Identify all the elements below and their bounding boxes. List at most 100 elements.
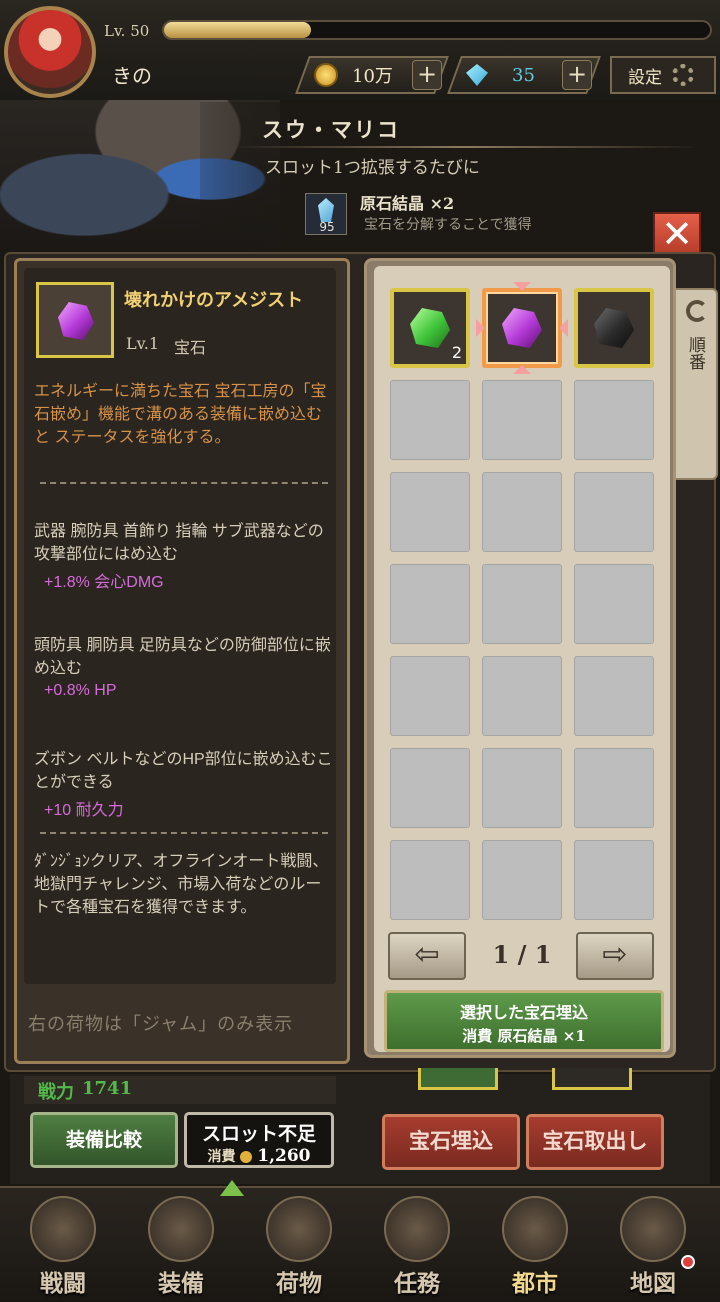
sort-label: 順番 (685, 336, 705, 370)
expand-cost: 消費 1,260 (187, 1146, 331, 1166)
upgrade-arrow-icon (220, 1180, 244, 1196)
empty-slot[interactable] (390, 380, 470, 460)
diamond-icon (466, 64, 488, 86)
exp-bar (162, 20, 712, 40)
nav-label: 装備 (158, 1270, 204, 1297)
gem-count: 2 (451, 343, 462, 362)
reward-name: 原石結晶 ×2 (360, 194, 455, 213)
gem-slot[interactable] (574, 288, 654, 368)
player-level: Lv. 50 (104, 22, 150, 40)
item-level: Lv.1 (126, 334, 160, 353)
empty-slot[interactable] (390, 748, 470, 828)
stat-bonus: +0.8% HP (44, 682, 117, 699)
gold-coin-icon (240, 1151, 253, 1163)
gem-amount: 35 (512, 64, 535, 86)
gem-slot[interactable]: 2 (390, 288, 470, 368)
amethyst-icon (58, 302, 94, 340)
nav-label: 荷物 (276, 1270, 322, 1297)
next-page-button[interactable]: ⇨ (576, 932, 654, 980)
embed-cost: 消費 原石結晶 ×1 (462, 1027, 586, 1045)
nav-item-crossed-swords[interactable]: 戦闘 (8, 1190, 118, 1300)
player-name: きの (112, 64, 152, 88)
settings-label: 設定 (628, 67, 662, 88)
nav-label: 都市 (512, 1270, 558, 1297)
acquisition-source: ﾀﾞﾝｼﾞｮﾝクリア、オフラインオート戦闘、地獄門チャレンジ、市場入荷などのルー… (34, 853, 329, 916)
gold-amount: 10万 (352, 66, 393, 87)
empty-slot[interactable] (482, 564, 562, 644)
crystal-icon (318, 198, 334, 222)
filter-note: 右の荷物は「ジャム」のみ表示 (28, 1014, 294, 1035)
refresh-icon (686, 300, 708, 322)
castle-tower-icon (502, 1196, 568, 1262)
empty-slot[interactable] (482, 472, 562, 552)
selection-arrow-icon (513, 356, 531, 374)
nav-label: 戦闘 (40, 1270, 86, 1297)
slot-description: 武器 腕防具 首飾り 指輪 サブ武器などの攻撃部位にはめ込む (34, 523, 324, 563)
hint-text: スロット1つ拡張するたびに (265, 158, 480, 178)
arrow-left-icon: ⇦ (414, 937, 440, 972)
stat-bonus: +1.8% 会心DMG (44, 574, 164, 591)
nav-item-castle-tower[interactable]: 都市 (480, 1190, 590, 1300)
empty-slot[interactable] (574, 656, 654, 736)
empty-slot[interactable] (482, 840, 562, 920)
equipment-slot (418, 1068, 498, 1090)
expand-slot-button[interactable]: スロット不足 消費 1,260 (184, 1112, 334, 1168)
item-name: 壊れかけのアメジスト (124, 290, 304, 311)
compare-equipment-button[interactable]: 装備比較 (30, 1112, 178, 1168)
empty-slot[interactable] (574, 472, 654, 552)
crossed-swords-icon (30, 1196, 96, 1262)
cost-amount: 1,260 (257, 1146, 311, 1166)
nav-item-scroll[interactable]: 任務 (362, 1190, 472, 1300)
close-icon: ✕ (661, 212, 693, 256)
empty-slot[interactable] (482, 656, 562, 736)
empty-slot[interactable] (574, 840, 654, 920)
backpack-icon (266, 1196, 332, 1262)
empty-slot[interactable] (390, 564, 470, 644)
empty-slot[interactable] (390, 472, 470, 552)
player-avatar[interactable] (4, 6, 96, 98)
cost-prefix: 消費 (207, 1149, 236, 1165)
settings-button[interactable]: 設定 (610, 56, 716, 94)
empty-slot[interactable] (482, 748, 562, 828)
empty-slot[interactable] (574, 380, 654, 460)
equipment-slot (552, 1068, 632, 1090)
item-thumbnail (36, 282, 114, 358)
black-gem-icon (594, 308, 634, 348)
divider (40, 482, 328, 484)
empty-slot[interactable] (390, 656, 470, 736)
power-value: 1741 (82, 1078, 133, 1099)
gear-icon (672, 64, 694, 86)
embed-selected-label: 選択した宝石埋込 (459, 1003, 588, 1022)
embed-gem-button[interactable]: 宝石埋込 (382, 1114, 520, 1170)
slot-description: ズボン ベルトなどのHP部位に嵌め込むことができる (34, 751, 333, 791)
reward-description: 宝石を分解することで獲得 (364, 217, 532, 233)
item-description: エネルギーに満ちた宝石 宝石工房の「宝石嵌め」機能で溝のある装備に嵌め込むと ス… (34, 383, 327, 446)
slot-shortage-label: スロット不足 (201, 1123, 316, 1145)
empty-slot[interactable] (574, 564, 654, 644)
selection-arrow-icon (550, 319, 568, 337)
item-type: 宝石 (174, 338, 207, 357)
divider (40, 832, 328, 834)
nav-item-map[interactable]: 地図 (598, 1190, 708, 1300)
remove-gem-button[interactable]: 宝石取出し (526, 1114, 664, 1170)
selection-arrow-icon (513, 282, 531, 300)
empty-slot[interactable] (482, 380, 562, 460)
add-gems-button[interactable]: + (562, 60, 592, 90)
previous-page-button[interactable]: ⇦ (388, 932, 466, 980)
notification-dot (681, 1255, 695, 1269)
nav-item-helmet[interactable]: 装備 (126, 1190, 236, 1300)
empty-slot[interactable] (390, 840, 470, 920)
nav-item-backpack[interactable]: 荷物 (244, 1190, 354, 1300)
add-gold-button[interactable]: + (412, 60, 442, 90)
rough-crystal-reward: 95 (305, 193, 347, 235)
stat-bonus: +10 耐久力 (44, 802, 124, 819)
gold-coin-icon (314, 63, 338, 87)
green-gem-icon (410, 308, 450, 348)
empty-slot[interactable] (574, 748, 654, 828)
nav-label: 任務 (394, 1270, 440, 1297)
scroll-icon (384, 1196, 450, 1262)
map-icon (620, 1196, 686, 1262)
embed-selected-gem-button[interactable]: 選択した宝石埋込 消費 原石結晶 ×1 (384, 990, 664, 1052)
selection-arrow-icon (476, 319, 494, 337)
arrow-right-icon: ⇨ (602, 937, 628, 972)
